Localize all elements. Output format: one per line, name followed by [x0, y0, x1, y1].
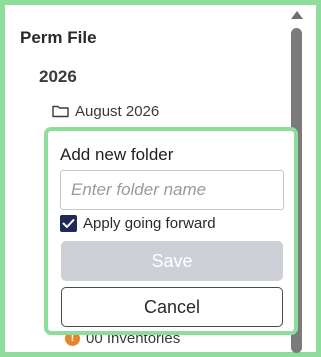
year-heading[interactable]: 2026 — [39, 67, 77, 87]
save-button[interactable]: Save — [61, 241, 283, 281]
folder-item-label: August 2026 — [75, 102, 160, 120]
chevron-up-icon[interactable] — [291, 11, 303, 19]
folder-icon — [52, 104, 69, 118]
folder-name-input[interactable] — [60, 170, 284, 210]
apply-going-forward-checkbox[interactable]: Apply going forward — [60, 213, 216, 233]
checkbox-label: Apply going forward — [83, 214, 216, 232]
popup-title: Add new folder — [60, 145, 174, 164]
add-folder-popup: Add new folder Apply going forward Save … — [44, 127, 298, 335]
checkmark-icon[interactable] — [60, 214, 77, 232]
cancel-button[interactable]: Cancel — [61, 287, 283, 327]
panel-title: Perm File — [20, 28, 97, 47]
folder-item-august-2026[interactable]: August 2026 — [52, 101, 159, 121]
